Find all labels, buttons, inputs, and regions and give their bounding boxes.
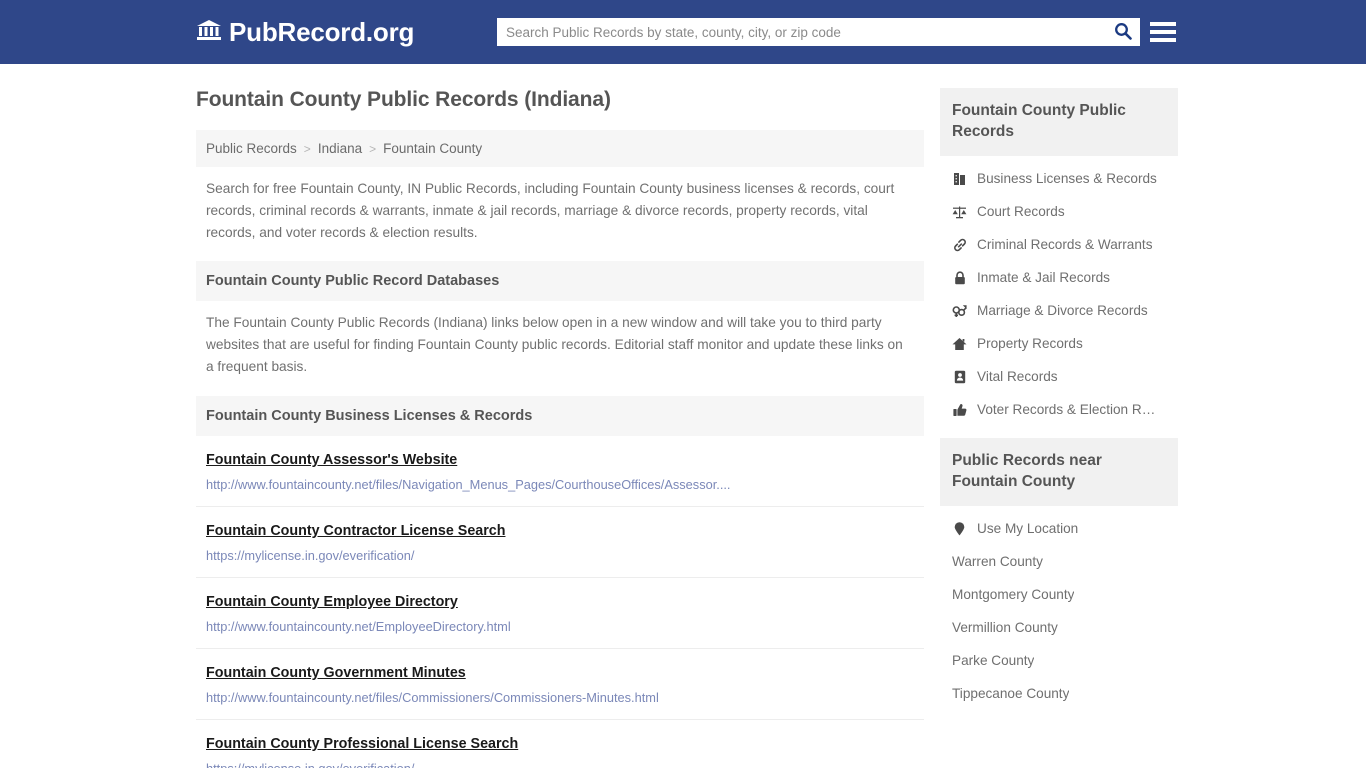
breadcrumb-separator: > xyxy=(303,141,311,156)
record-link-title[interactable]: Fountain County Assessor's Website xyxy=(206,452,457,468)
link-row: Fountain County Employee Directory http:… xyxy=(196,578,924,649)
record-link-title[interactable]: Fountain County Government Minutes xyxy=(206,665,466,681)
hamburger-menu-button[interactable] xyxy=(1150,19,1176,45)
sidebar-item-label: Business Licenses & Records xyxy=(977,171,1157,187)
sidebar-item-use-my-location[interactable]: Use My Location xyxy=(940,512,1178,545)
sidebar-item-label: Vital Records xyxy=(977,369,1058,385)
site-logo[interactable]: PubRecord.org xyxy=(196,17,414,48)
sidebar-nearby-list: Use My Location Warren County Montgomery… xyxy=(940,506,1178,710)
sidebar-item-label: Voter Records & Election R… xyxy=(977,402,1156,418)
sidebar-item-marriage-divorce-records[interactable]: Marriage & Divorce Records xyxy=(940,294,1178,327)
sidebar-item-label: Tippecanoe County xyxy=(952,686,1070,702)
id-badge-icon xyxy=(952,370,967,384)
sidebar-item-property-records[interactable]: Property Records xyxy=(940,327,1178,360)
sidebar-item-parke-county[interactable]: Parke County xyxy=(940,644,1178,677)
record-link-title[interactable]: Fountain County Professional License Sea… xyxy=(206,736,518,752)
page-title: Fountain County Public Records (Indiana) xyxy=(196,88,611,111)
page-body: Fountain County Public Records (Indiana)… xyxy=(0,64,1366,768)
sidebar-records-list: Business Licenses & Records Court Record… xyxy=(940,156,1178,426)
sidebar-item-warren-county[interactable]: Warren County xyxy=(940,545,1178,578)
sidebar: Fountain County Public Records Business … xyxy=(940,88,1178,722)
thumbs-up-icon xyxy=(952,403,967,417)
search-icon xyxy=(1114,22,1132,43)
map-pin-icon xyxy=(952,522,967,536)
record-link-url: https://mylicense.in.gov/everification/ xyxy=(206,761,906,768)
link-row: Fountain County Contractor License Searc… xyxy=(196,507,924,578)
link-row: Fountain County Government Minutes http:… xyxy=(196,649,924,720)
sidebar-item-label: Inmate & Jail Records xyxy=(977,270,1110,286)
databases-section-heading: Fountain County Public Record Databases xyxy=(196,261,924,302)
lock-icon xyxy=(952,271,967,285)
sidebar-item-label: Parke County xyxy=(952,653,1035,669)
sidebar-item-label: Use My Location xyxy=(977,521,1079,537)
record-link-url: https://mylicense.in.gov/everification/ xyxy=(206,547,415,563)
sidebar-item-montgomery-county[interactable]: Montgomery County xyxy=(940,578,1178,611)
sidebar-item-vermillion-county[interactable]: Vermillion County xyxy=(940,611,1178,644)
sidebar-item-label: Vermillion County xyxy=(952,620,1058,636)
sidebar-nearby-heading: Public Records near Fountain County xyxy=(940,438,1178,507)
record-link-title[interactable]: Fountain County Contractor License Searc… xyxy=(206,523,505,539)
chain-link-icon xyxy=(952,238,967,252)
sidebar-item-criminal-records[interactable]: Criminal Records & Warrants xyxy=(940,228,1178,261)
record-link-url: http://www.fountaincounty.net/files/Comm… xyxy=(206,689,659,705)
sidebar-records-panel: Fountain County Public Records Business … xyxy=(940,88,1178,426)
breadcrumb-item-public-records[interactable]: Public Records xyxy=(206,141,297,156)
sidebar-nearby-panel: Public Records near Fountain County Use … xyxy=(940,438,1178,710)
main-content: Fountain County Public Records (Indiana)… xyxy=(196,88,924,768)
sidebar-item-tippecanoe-county[interactable]: Tippecanoe County xyxy=(940,677,1178,710)
search-button[interactable] xyxy=(1106,18,1140,46)
search-input[interactable] xyxy=(497,18,1106,46)
logo-text: PubRecord.org xyxy=(229,16,415,47)
building-icon xyxy=(952,172,967,186)
intro-paragraph: Search for free Fountain County, IN Publ… xyxy=(206,181,895,240)
sidebar-item-label: Montgomery County xyxy=(952,587,1075,603)
sidebar-item-court-records[interactable]: Court Records xyxy=(940,195,1178,228)
link-row: Fountain County Assessor's Website http:… xyxy=(196,436,924,507)
sidebar-item-business-licenses[interactable]: Business Licenses & Records xyxy=(940,162,1178,195)
sidebar-item-label: Warren County xyxy=(952,554,1043,570)
breadcrumb-item-indiana[interactable]: Indiana xyxy=(318,141,362,156)
site-header: PubRecord.org xyxy=(0,0,1366,64)
sidebar-item-vital-records[interactable]: Vital Records xyxy=(940,360,1178,393)
link-row: Fountain County Professional License Sea… xyxy=(196,720,924,768)
hamburger-bar-middle xyxy=(1150,30,1176,34)
venus-mars-icon xyxy=(952,304,967,318)
breadcrumb: Public Records > Indiana > Fountain Coun… xyxy=(196,130,924,167)
search-bar xyxy=(497,18,1140,46)
hamburger-bar-bottom xyxy=(1150,38,1176,42)
sidebar-item-label: Property Records xyxy=(977,336,1083,352)
sidebar-records-heading: Fountain County Public Records xyxy=(940,88,1178,157)
home-icon xyxy=(952,337,967,351)
sidebar-item-label: Marriage & Divorce Records xyxy=(977,303,1148,319)
breadcrumb-separator: > xyxy=(369,141,377,156)
record-link-url: http://www.fountaincounty.net/EmployeeDi… xyxy=(206,618,511,634)
record-link-url: http://www.fountaincounty.net/files/Navi… xyxy=(206,476,731,492)
databases-paragraph: The Fountain County Public Records (Indi… xyxy=(206,315,903,374)
scales-of-justice-icon xyxy=(952,205,967,219)
bank-institution-icon xyxy=(196,18,222,47)
record-link-title[interactable]: Fountain County Employee Directory xyxy=(206,594,458,610)
sidebar-item-voter-records[interactable]: Voter Records & Election R… xyxy=(940,393,1178,426)
sidebar-item-label: Court Records xyxy=(977,204,1065,220)
sidebar-item-label: Criminal Records & Warrants xyxy=(977,237,1153,253)
sidebar-item-inmate-jail-records[interactable]: Inmate & Jail Records xyxy=(940,261,1178,294)
hamburger-menu-icon xyxy=(1150,22,1176,26)
breadcrumb-item-fountain-county[interactable]: Fountain County xyxy=(383,141,482,156)
business-section-heading: Fountain County Business Licenses & Reco… xyxy=(196,395,924,436)
